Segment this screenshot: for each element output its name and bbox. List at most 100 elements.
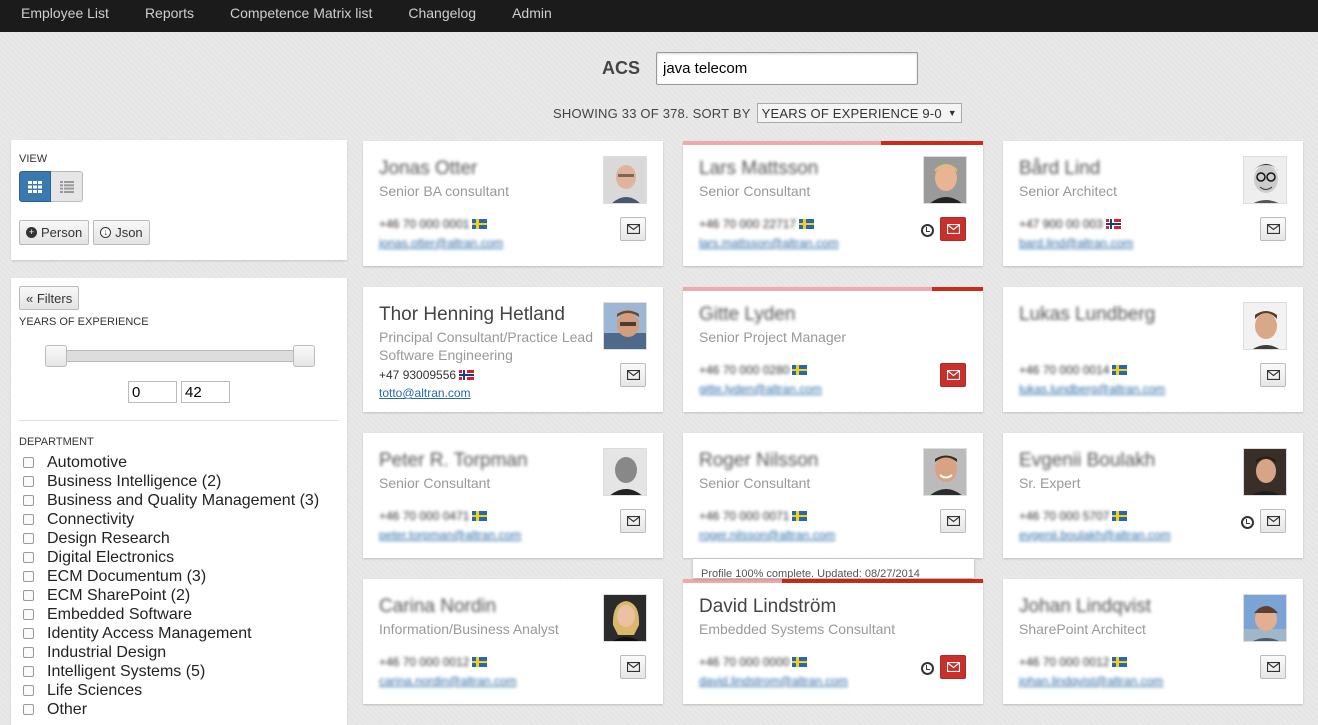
checkbox[interactable] [23,514,34,525]
department-item[interactable]: Design Research [19,529,339,548]
department-item[interactable]: Digital Electronics [19,548,339,567]
employee-card[interactable]: Lars Mattsson Senior Consultant +46 70 000… [683,141,983,266]
send-email-button[interactable] [940,363,966,387]
nav-reports[interactable]: Reports [127,0,212,26]
employee-email[interactable]: lars.mattsson@altran.com [699,236,839,250]
employee-email[interactable]: jonas.otter@altran.com [379,236,503,250]
export-json-button[interactable]: ↓ Json [93,220,150,245]
department-item[interactable]: ECM Documentum (3) [19,567,339,586]
checkbox[interactable] [23,628,34,639]
send-email-button[interactable] [940,509,966,533]
employee-card[interactable]: Bård Lind Senior Architect +47 900 00 003 b… [1003,141,1303,266]
employee-email[interactable]: johan.lindqvist@altran.com [1019,674,1163,688]
send-email-button[interactable] [620,655,646,679]
nav-admin[interactable]: Admin [494,0,570,26]
checkbox[interactable] [23,495,34,506]
phone-number: +46 70 000 0014 [1019,363,1110,377]
employee-card[interactable]: David Lindström Embedded Systems Consulta… [683,579,983,704]
employee-name[interactable]: Evgenii Boulakh [1019,450,1155,472]
employee-card[interactable]: Evgenii Boulakh Sr. Expert +46 70 000 5707… [1003,433,1303,558]
employee-card[interactable]: Peter R. Torpman Senior Consultant +46 70 … [363,433,663,558]
add-person-button[interactable]: + Person [19,220,90,245]
employee-name[interactable]: Bård Lind [1019,158,1100,180]
employee-email[interactable]: david.lindstrom@altran.com [699,674,848,688]
employee-card[interactable]: Thor Henning Hetland Principal Consultant… [363,287,663,412]
employee-name[interactable]: Lars Mattsson [699,158,818,180]
phone-number: +46 70 000 22717 [699,217,797,231]
checkbox[interactable] [23,647,34,658]
department-item[interactable]: Business and Quality Management (3) [19,491,339,510]
checkbox[interactable] [23,704,34,715]
employee-email[interactable]: evgenii.boulakh@altran.com [1019,528,1171,542]
send-email-button[interactable] [1260,363,1286,387]
min-experience-input[interactable] [128,381,177,403]
employee-name[interactable]: Carina Nordin [379,596,496,618]
department-item[interactable]: Automotive [19,453,339,472]
employee-email[interactable]: totto@altran.com [379,386,471,400]
sort-select[interactable]: YEARS OF EXPERIENCE 9-0 ▼ [756,103,962,123]
employee-email[interactable]: roger.nilsson@altran.com [699,528,835,542]
employee-name[interactable]: Johan Lindqvist [1019,596,1151,618]
employee-name[interactable]: Thor Henning Hetland [379,304,565,326]
slider-max-handle[interactable] [293,345,315,367]
max-experience-input[interactable] [181,381,230,403]
send-email-button[interactable] [1260,509,1286,533]
checkbox[interactable] [23,476,34,487]
department-item[interactable]: Industrial Design [19,643,339,662]
employee-card[interactable]: Carina Nordin Information/Business Analys… [363,579,663,704]
department-label-text: Other [47,700,88,718]
checkbox[interactable] [23,685,34,696]
experience-range-slider[interactable] [45,345,315,367]
checkbox[interactable] [23,533,34,544]
send-email-button[interactable] [620,363,646,387]
department-item[interactable]: Identity Access Management [19,624,339,643]
employee-title: Senior Project Manager [699,329,847,345]
list-view-button[interactable] [51,171,83,202]
phone-number: +46 70 000 5707 [1019,509,1110,523]
department-item[interactable]: ECM SharePoint (2) [19,586,339,605]
employee-name[interactable]: Lukas Lundberg [1019,304,1155,326]
department-item[interactable]: Life Sciences [19,681,339,700]
department-item[interactable]: Business Intelligence (2) [19,472,339,491]
employee-email[interactable]: peter.torpman@altran.com [379,528,521,542]
checkbox[interactable] [23,552,34,563]
employee-card[interactable]: Roger Nilsson Senior Consultant +46 70 000… [683,433,983,558]
employee-email[interactable]: bard.lind@altran.com [1019,236,1133,250]
department-item[interactable]: Connectivity [19,510,339,529]
employee-email[interactable]: lukas.lundberg@altran.com [1019,382,1165,396]
send-email-button[interactable] [1260,217,1286,241]
checkbox[interactable] [23,609,34,620]
checkbox[interactable] [23,666,34,677]
send-email-button[interactable] [620,217,646,241]
filters-toggle-button[interactable]: « Filters [19,286,80,310]
send-email-button[interactable] [1260,655,1286,679]
employee-name[interactable]: Peter R. Torpman [379,450,528,472]
nav-employee-list[interactable]: Employee List [0,0,127,26]
employee-name[interactable]: Gitte Lyden [699,304,795,326]
department-item[interactable]: Intelligent Systems (5) [19,662,339,681]
send-email-button[interactable] [620,509,646,533]
checkbox[interactable] [23,590,34,601]
department-item[interactable]: Other [19,700,339,719]
checkbox[interactable] [23,571,34,582]
nav-changelog[interactable]: Changelog [390,0,494,26]
employee-card[interactable]: Gitte Lyden Senior Project Manager +46 70 … [683,287,983,412]
employee-card[interactable]: Lukas Lundberg +46 70 000 0014 lukas.lundb… [1003,287,1303,412]
employee-card[interactable]: Jonas Otter Senior BA consultant +46 70 00… [363,141,663,266]
checkbox[interactable] [23,457,34,468]
grid-view-button[interactable] [19,171,51,202]
send-email-button[interactable] [940,217,966,241]
employee-name[interactable]: Roger Nilsson [699,450,818,472]
employee-name[interactable]: David Lindström [699,596,836,618]
employee-card[interactable]: Johan Lindqvist SharePoint Architect +46 7… [1003,579,1303,704]
employee-phone: +46 70 000 0012 [379,655,488,669]
search-input[interactable] [656,52,918,85]
employee-email[interactable]: gitte.lyden@altran.com [699,382,822,396]
slider-min-handle[interactable] [45,345,67,367]
nav-competence-matrix[interactable]: Competence Matrix list [212,0,390,26]
caret-down-icon: ▼ [947,108,957,118]
department-item[interactable]: Embedded Software [19,605,339,624]
send-email-button[interactable] [940,655,966,679]
employee-email[interactable]: carina.nordin@altran.com [379,674,517,688]
employee-name[interactable]: Jonas Otter [379,158,477,180]
